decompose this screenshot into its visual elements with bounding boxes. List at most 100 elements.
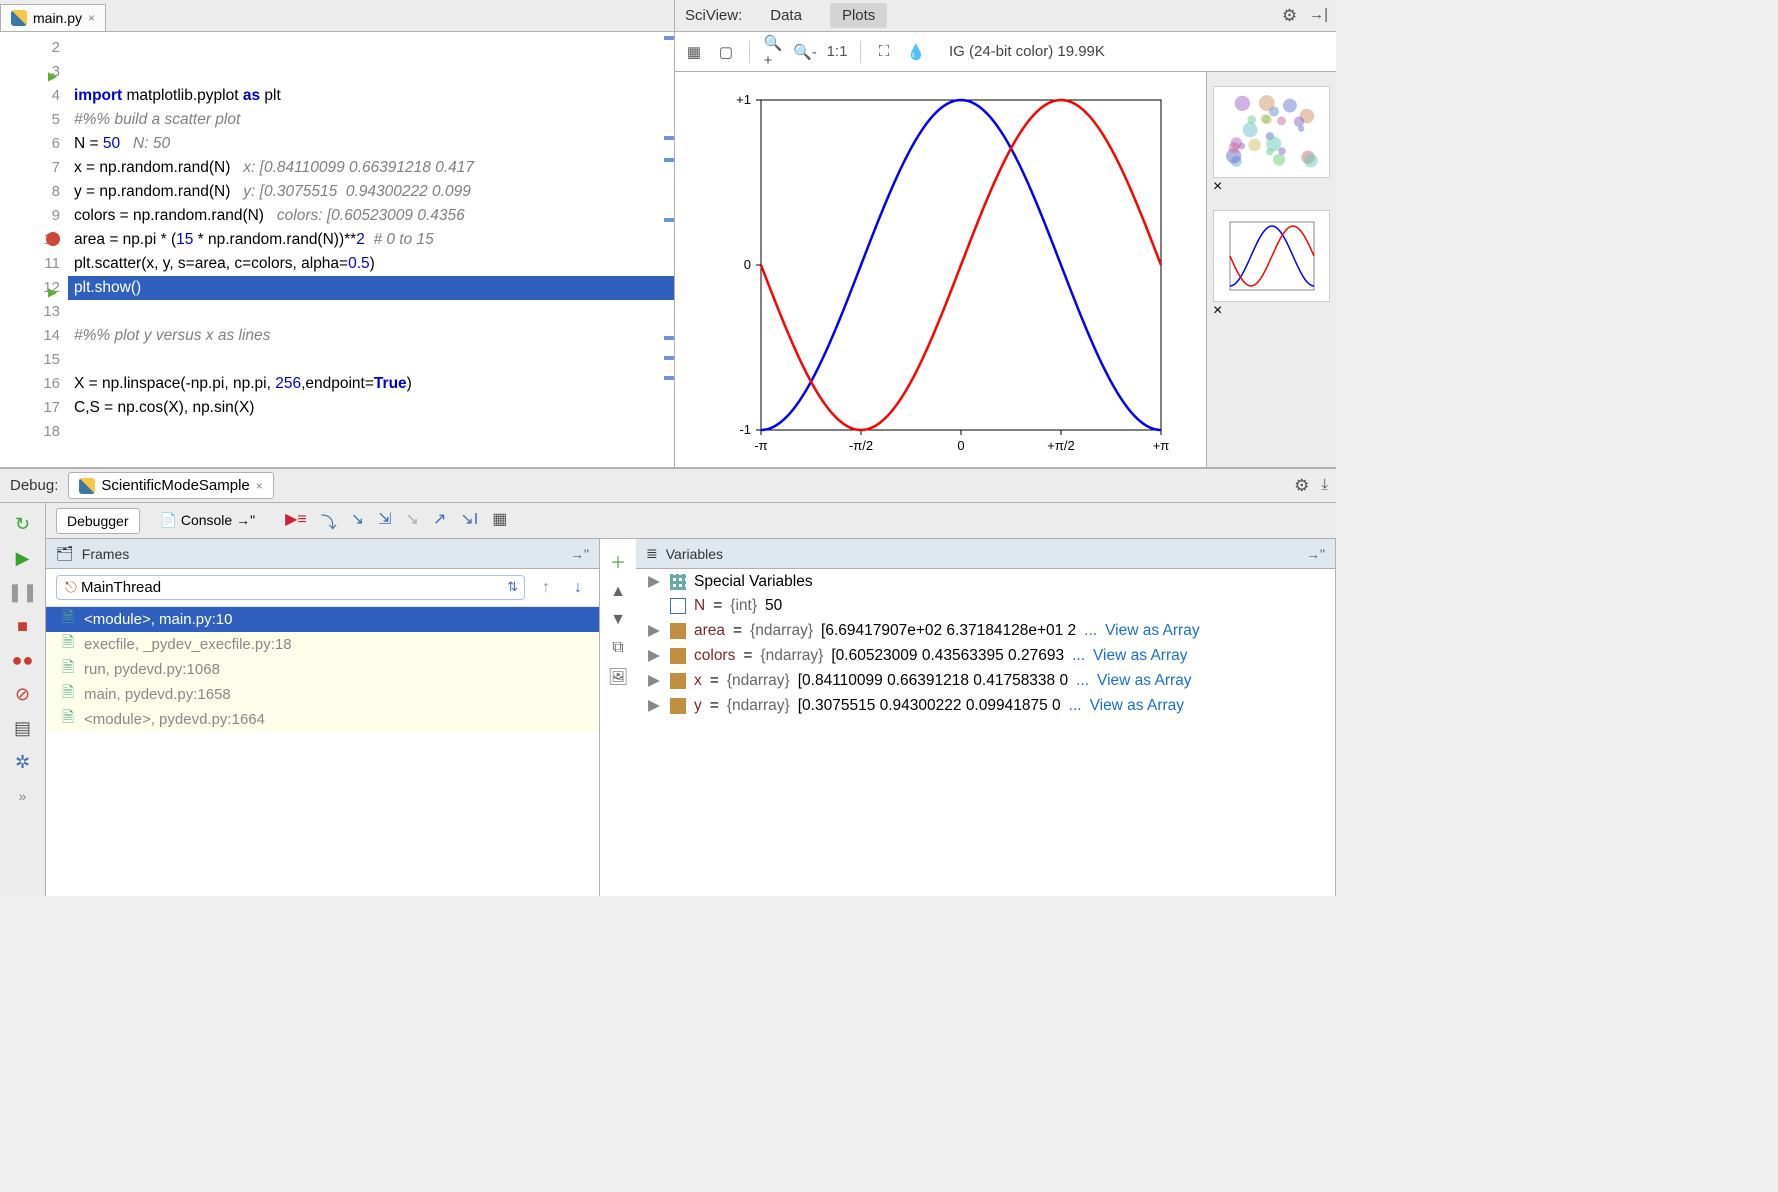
code-line[interactable]: [68, 300, 674, 324]
tab-plots[interactable]: Plots: [830, 3, 887, 28]
frame-row[interactable]: 🗎main, pydevd.py:1658: [46, 682, 599, 707]
code-line[interactable]: #%% plot y versus x as lines: [68, 324, 674, 348]
zoom-in-icon[interactable]: 🔍+: [764, 43, 782, 61]
tab-debugger[interactable]: Debugger: [56, 508, 140, 534]
variable-row[interactable]: ▶y = {ndarray} [0.3075515 0.94300222 0.0…: [636, 693, 1335, 718]
settings-icon[interactable]: ✲: [12, 751, 34, 773]
code-line[interactable]: import matplotlib.pyplot as plt: [68, 84, 674, 108]
frames-icon: 🗂: [56, 545, 74, 562]
view-as-array-link[interactable]: View as Array: [1093, 647, 1187, 665]
download-icon[interactable]: ⤓: [1321, 476, 1328, 496]
stop-icon[interactable]: ■: [12, 615, 34, 637]
code-line[interactable]: [68, 444, 674, 467]
fit-icon[interactable]: ⛶: [875, 43, 893, 61]
code-line[interactable]: plt.scatter(x, y, s=area, c=colors, alph…: [68, 252, 674, 276]
svg-text:+π/2: +π/2: [1047, 438, 1074, 453]
variable-row[interactable]: N = {int} 50: [636, 594, 1335, 618]
rerun-icon[interactable]: ↻: [12, 513, 34, 535]
variable-row[interactable]: ▶area = {ndarray} [6.69417907e+02 6.3718…: [636, 618, 1335, 643]
array-icon: [670, 673, 686, 689]
main-plot[interactable]: -π-π/20+π/2+π-10+1: [711, 80, 1171, 460]
code-line[interactable]: N = 50 N: 50: [68, 132, 674, 156]
view-as-array-link[interactable]: View as Array: [1105, 622, 1199, 640]
tab-console[interactable]: 📄 Console →": [150, 508, 266, 533]
force-step-into-icon[interactable]: ↘: [406, 509, 419, 533]
code-line[interactable]: X = np.linspace(-np.pi, np.pi, 256,endpo…: [68, 372, 674, 396]
plot-thumbnail[interactable]: [1213, 210, 1330, 302]
variable-row[interactable]: ▶x = {ndarray} [0.84110099 0.66391218 0.…: [636, 668, 1335, 693]
select-icon[interactable]: ▦: [685, 43, 703, 61]
grid-icon[interactable]: ▢: [717, 43, 735, 61]
variable-row[interactable]: ▶Special Variables: [636, 569, 1335, 594]
frame-row[interactable]: 🗎run, pydevd.py:1068: [46, 657, 599, 682]
frame-row[interactable]: 🗎<module>, main.py:10: [46, 607, 599, 632]
debug-config-tab[interactable]: ScientificModeSample ×: [68, 472, 273, 499]
add-watch-icon[interactable]: ＋: [610, 549, 626, 573]
plot-thumbnail[interactable]: [1213, 86, 1330, 178]
run-to-cursor-icon[interactable]: ↘I: [460, 509, 478, 533]
sciview-tabs: SciView: Data Plots ⚙ →|: [675, 0, 1336, 32]
show-exec-point-icon[interactable]: ▶≡: [285, 509, 307, 533]
layout-icon[interactable]: ▤: [12, 717, 34, 739]
python-icon: [79, 478, 95, 494]
more-icon[interactable]: »: [12, 785, 34, 807]
code-line[interactable]: x = np.random.rand(N) x: [0.84110099 0.6…: [68, 156, 674, 180]
step-into-icon[interactable]: ↘: [351, 509, 364, 533]
breakpoint-icon[interactable]: [46, 232, 60, 246]
zoom-actual-icon[interactable]: 1:1: [828, 43, 846, 61]
evaluate-icon[interactable]: ▦: [492, 509, 507, 533]
sciview-pane: SciView: Data Plots ⚙ →| ▦ ▢ 🔍+ 🔍- 1:1 ⛶…: [675, 0, 1336, 468]
frame-row[interactable]: 🗎execfile, _pydev_execfile.py:18: [46, 632, 599, 657]
thread-name: MainThread: [81, 579, 161, 596]
view-as-array-link[interactable]: View as Array: [1097, 672, 1191, 690]
step-out-icon[interactable]: ↗: [433, 509, 446, 533]
view-breakpoints-icon[interactable]: ●●: [12, 649, 34, 671]
step-over-icon[interactable]: ⤵: [321, 509, 337, 533]
code-line[interactable]: #%% build a scatter plot: [68, 108, 674, 132]
code-area[interactable]: 23▶456789101112▶131415161718 import matp…: [0, 32, 674, 467]
code-line[interactable]: plt.show(): [68, 276, 674, 300]
code-line[interactable]: area = np.pi * (15 * np.random.rand(N))*…: [68, 228, 674, 252]
hide-icon[interactable]: →|: [1309, 6, 1328, 26]
code-body[interactable]: import matplotlib.pyplot as plt#%% build…: [68, 32, 674, 467]
restore-icon[interactable]: →": [1306, 546, 1325, 562]
restore-icon[interactable]: →": [570, 546, 589, 562]
nav-up-icon[interactable]: ▲: [610, 583, 626, 601]
gear-icon[interactable]: ⚙: [1294, 476, 1309, 496]
code-line[interactable]: [68, 348, 674, 372]
watches-icon[interactable]: 🖼: [608, 667, 628, 687]
step-into-my-icon[interactable]: ⇲: [378, 509, 391, 533]
frame-row[interactable]: 🗎<module>, pydevd.py:1664: [46, 707, 599, 732]
close-icon[interactable]: ×: [1213, 178, 1222, 195]
zoom-out-icon[interactable]: 🔍-: [796, 43, 814, 61]
frame-icon: 🗎: [60, 637, 76, 653]
code-line[interactable]: C,S = np.cos(X), np.sin(X): [68, 396, 674, 420]
mute-breakpoints-icon[interactable]: ⊘: [12, 683, 34, 705]
close-icon[interactable]: ×: [88, 11, 95, 25]
frame-down-icon[interactable]: ↓: [567, 579, 589, 597]
svg-text:+1: +1: [736, 92, 751, 107]
thumbnail-column: ××: [1206, 72, 1336, 467]
svg-text:-π/2: -π/2: [848, 438, 872, 453]
code-line[interactable]: y = np.random.rand(N) y: [0.3075515 0.94…: [68, 180, 674, 204]
thread-selector[interactable]: ⎋ MainThread: [56, 575, 525, 600]
resume-icon[interactable]: ▶: [12, 547, 34, 569]
gear-icon[interactable]: ⚙: [1282, 6, 1297, 26]
frame-up-icon[interactable]: ↑: [535, 579, 557, 597]
nav-down-icon[interactable]: ▼: [610, 611, 626, 629]
code-line[interactable]: colors = np.random.rand(N) colors: [0.60…: [68, 204, 674, 228]
pause-icon[interactable]: ❚❚: [12, 581, 34, 603]
variable-row[interactable]: ▶colors = {ndarray} [0.60523009 0.435633…: [636, 643, 1335, 668]
sciview-toolbar: ▦ ▢ 🔍+ 🔍- 1:1 ⛶ 💧 IG (24-bit color) 19.9…: [675, 32, 1336, 72]
editor-gutter[interactable]: 23▶456789101112▶131415161718: [0, 32, 68, 467]
file-tab-main[interactable]: main.py ×: [0, 4, 106, 31]
debug-label: Debug:: [10, 477, 58, 494]
code-line[interactable]: [68, 420, 674, 444]
view-as-array-link[interactable]: View as Array: [1090, 697, 1184, 715]
color-picker-icon[interactable]: 💧: [907, 43, 925, 61]
copy-icon[interactable]: ⧉: [612, 639, 623, 657]
tab-data[interactable]: Data: [758, 3, 814, 28]
close-icon[interactable]: ×: [1213, 302, 1222, 319]
close-icon[interactable]: ×: [256, 479, 263, 493]
vars-icon: ≣: [646, 545, 658, 562]
